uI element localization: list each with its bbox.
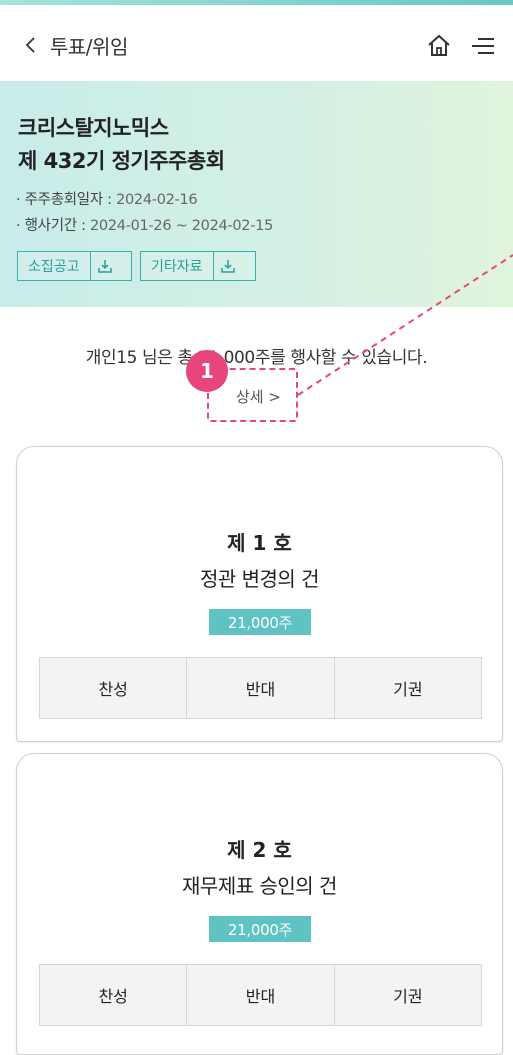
meeting-date-value: 2024-02-16 xyxy=(116,192,198,208)
vote-options: 찬성 반대 기권 xyxy=(39,964,482,1026)
exercisable-shares-summary: 개인15 님은 총 21,000주를 행사할 수 있습니다. xyxy=(85,348,428,368)
vote-oppose-button[interactable]: 반대 xyxy=(187,658,335,718)
home-icon[interactable] xyxy=(424,31,454,61)
meeting-title: 제 432기 정기주주총회 xyxy=(18,149,225,173)
vote-approve-button[interactable]: 찬성 xyxy=(40,965,188,1025)
meeting-info-panel: 크리스탈지노믹스 제 432기 정기주주총회 · 주주총회일자 : 2024-0… xyxy=(0,81,513,307)
download-icon xyxy=(212,252,242,280)
agenda-number: 제 1 호 xyxy=(227,531,292,555)
page-title: 투표/위임 xyxy=(50,34,128,59)
agenda-title: 정관 변경의 건 xyxy=(199,567,320,591)
voting-period: · 행사기간 : 2024-01-26 ~ 2024-02-15 xyxy=(16,214,273,235)
other-docs-label: 기타자료 xyxy=(151,259,203,275)
back-button[interactable]: 투표/위임 xyxy=(22,27,128,63)
agenda-shares-badge: 21,000주 xyxy=(209,609,311,635)
voting-period-label: · 행사기간 : xyxy=(16,218,86,234)
agenda-card: 제 2 호 재무제표 승인의 건 21,000주 찬성 반대 기권 xyxy=(16,753,503,1055)
app-header: 투표/위임 xyxy=(0,5,513,81)
step-badge: 1 xyxy=(186,350,228,392)
agenda-shares-badge: 21,000주 xyxy=(209,916,311,942)
other-docs-download-button[interactable]: 기타자료 xyxy=(140,251,256,281)
vote-abstain-button[interactable]: 기권 xyxy=(335,965,481,1025)
agenda-title: 재무제표 승인의 건 xyxy=(182,874,337,898)
menu-icon[interactable] xyxy=(468,31,498,61)
detail-link[interactable]: 상세 > xyxy=(236,386,281,407)
notice-label: 소집공고 xyxy=(28,259,80,275)
vote-options: 찬성 반대 기권 xyxy=(39,657,482,719)
meeting-date-label: · 주주총회일자 : xyxy=(16,192,112,208)
agenda-number: 제 2 호 xyxy=(227,838,292,862)
agenda-card: 제 1 호 정관 변경의 건 21,000주 찬성 반대 기권 xyxy=(16,446,503,742)
chevron-left-icon xyxy=(25,37,35,53)
download-icon xyxy=(89,252,119,280)
meeting-date: · 주주총회일자 : 2024-02-16 xyxy=(16,188,198,209)
notice-download-button[interactable]: 소집공고 xyxy=(17,251,132,281)
vote-approve-button[interactable]: 찬성 xyxy=(40,658,188,718)
vote-oppose-button[interactable]: 반대 xyxy=(187,965,335,1025)
voting-period-value: 2024-01-26 ~ 2024-02-15 xyxy=(90,218,274,234)
company-name: 크리스탈지노믹스 xyxy=(18,116,169,140)
vote-abstain-button[interactable]: 기권 xyxy=(335,658,481,718)
